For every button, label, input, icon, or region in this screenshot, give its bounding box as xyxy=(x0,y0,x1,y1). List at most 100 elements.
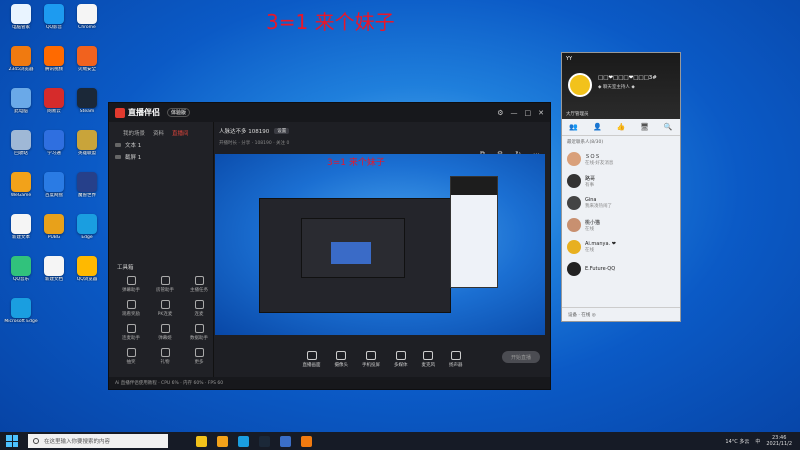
desktop-icon[interactable]: 电脑管家 xyxy=(4,4,38,30)
desktop-icon[interactable]: PUBG xyxy=(37,214,71,240)
tool-button[interactable]: 弹幕姬 xyxy=(148,324,182,341)
taskbar-search-input[interactable]: 在这里输入你要搜索的内容 xyxy=(28,434,168,448)
tool-button[interactable]: 抽奖 xyxy=(114,348,148,365)
desktop-icon[interactable]: 腾讯视频 xyxy=(37,46,71,72)
edition-pill[interactable]: 体验版 xyxy=(167,108,191,117)
desktop-icon[interactable]: Steam xyxy=(70,88,104,114)
desktop-icon-label: QQ影音 xyxy=(45,25,63,30)
tool-button[interactable]: 礼物 xyxy=(148,348,182,365)
bottom-tool-label: 麦克风 xyxy=(421,363,436,368)
weather-label[interactable]: 14°C 多云 xyxy=(725,438,749,445)
tab-room[interactable]: 直播间 xyxy=(172,129,189,137)
desktop-icon[interactable]: QQ音乐 xyxy=(4,256,38,282)
desktop-icon[interactable]: 学习通 xyxy=(37,130,71,156)
member-list-item[interactable]: Ai.manya. ❤ 在线 xyxy=(562,236,680,258)
taskbar-app-icon[interactable] xyxy=(238,435,249,447)
member-list-item[interactable]: Gina 我来凑热闹了 xyxy=(562,192,680,214)
desktop-icon-label: 学习通 xyxy=(47,151,61,156)
tool-button[interactable]: 更多 xyxy=(182,348,216,365)
desktop-icon[interactable]: 魔兽世界 xyxy=(70,172,104,198)
desktop-icon[interactable]: 2345浏览器 xyxy=(4,46,38,72)
chat-tab-icon[interactable]: 🔍 xyxy=(664,123,673,131)
taskbar-app-icon[interactable] xyxy=(301,435,312,447)
desktop-icon[interactable]: 新建文本 xyxy=(4,214,38,240)
desktop-icon[interactable]: QQ影音 xyxy=(37,4,71,30)
bottom-tool-button[interactable]: 直播画面 xyxy=(303,351,321,368)
desktop-icon[interactable]: 新建文档 xyxy=(37,256,71,282)
member-status: 在线·好友消息 xyxy=(585,160,614,166)
stream-preview[interactable]: 3=1 来个妹子 xyxy=(215,154,545,335)
chat-tab-icon[interactable]: 👍 xyxy=(617,123,626,131)
bottom-tool-label: 直播画面 xyxy=(302,363,321,368)
chat-tab-icon[interactable]: 👥 xyxy=(569,123,578,131)
desktop-icon[interactable]: 此电脑 xyxy=(4,88,38,114)
chat-tab-icon[interactable]: 👤 xyxy=(593,123,602,131)
chat-tab-icon[interactable]: 🖥 xyxy=(640,123,649,131)
preview-headline: 3=1 来个妹子 xyxy=(327,158,385,168)
settings-icon[interactable]: ⚙ xyxy=(497,109,503,117)
desktop-icon[interactable]: 百度网盘 xyxy=(37,172,71,198)
app-icon xyxy=(77,214,97,234)
ime-indicator[interactable]: 中 xyxy=(755,438,760,445)
bottom-tool-button[interactable]: 扬声器 xyxy=(449,351,463,368)
bottom-tool-button[interactable]: 摄像头 xyxy=(335,351,348,368)
desktop-icon[interactable]: WeGame xyxy=(4,172,38,198)
member-list-item[interactable]: 桃小猫 在线 xyxy=(562,214,680,236)
tab-scenes[interactable]: 我的场景 xyxy=(123,129,145,137)
bottom-tool-label: 手机投屏 xyxy=(362,363,380,368)
clock[interactable]: 23:46 2021/11/2 xyxy=(766,435,792,447)
tool-button[interactable]: 观看奖励 xyxy=(114,300,148,317)
eye-icon[interactable] xyxy=(115,143,121,147)
member-list-item[interactable]: E.Future·QQ xyxy=(562,258,680,280)
taskbar-app-icon[interactable] xyxy=(280,435,291,447)
app-icon xyxy=(44,88,64,108)
chat-footer: 设备 · 在线 ◎ xyxy=(562,307,680,321)
tool-button[interactable]: 弹幕助手 xyxy=(114,276,148,293)
desktop-icon[interactable]: 英雄联盟 xyxy=(70,130,104,156)
tab-material[interactable]: 资料 xyxy=(153,129,164,137)
tool-button[interactable]: 连麦 xyxy=(182,300,216,317)
windows-start-icon[interactable] xyxy=(6,435,18,447)
scene-item[interactable]: 截屏 1 xyxy=(109,149,213,161)
maximize-icon[interactable]: □ xyxy=(525,109,532,117)
bottom-tool-button[interactable]: 多媒体 xyxy=(394,351,408,368)
desktop-icon[interactable]: QQ浏览器 xyxy=(70,256,104,282)
member-avatar xyxy=(567,218,581,232)
toolbox-grid: 弹幕助手 房管助手 主播任务观看奖励 PK连麦 连麦连麦助手 弹幕姬 数据助手抽奖 礼物 更多 xyxy=(114,276,216,365)
desktop-icon[interactable]: Edge xyxy=(70,214,104,240)
taskbar-app-icon[interactable] xyxy=(259,435,270,447)
app-icon xyxy=(11,88,31,108)
desktop-icon[interactable]: Chrome xyxy=(70,4,104,30)
tool-button[interactable]: PK连麦 xyxy=(148,300,182,317)
member-list-item[interactable]: ＳＯＳ 在线·好友消息 xyxy=(562,148,680,170)
start-live-button[interactable]: 开始直播 xyxy=(502,351,540,363)
toolbox-title: 工具箱 xyxy=(117,265,134,271)
eye-icon[interactable] xyxy=(115,155,121,159)
tool-label: 抽奖 xyxy=(126,360,136,365)
minimize-icon[interactable]: — xyxy=(511,109,518,117)
hall-label: 大厅管理员 xyxy=(566,112,589,117)
member-list-item[interactable]: 路哥 有事 xyxy=(562,170,680,192)
tool-button[interactable]: 连麦助手 xyxy=(114,324,148,341)
member-name: 路哥 xyxy=(585,175,596,182)
tool-button[interactable]: 数据助手 xyxy=(182,324,216,341)
desktop-icon[interactable]: 网易云 xyxy=(37,88,71,114)
app-title-bar: 直播伴侣 体验版 ⚙ — □ ✕ xyxy=(109,103,550,122)
desktop-icon[interactable]: 回收站 xyxy=(4,130,38,156)
tool-button[interactable]: 主播任务 xyxy=(182,276,216,293)
bottom-tool-button[interactable]: 麦克风 xyxy=(421,351,436,368)
room-settings-badge[interactable]: 设置 xyxy=(274,128,290,134)
taskbar-app-icon[interactable] xyxy=(217,435,228,447)
close-icon[interactable]: ✕ xyxy=(538,109,544,117)
taskbar-app-icon[interactable] xyxy=(196,435,207,447)
desktop-icon-label: 百度网盘 xyxy=(45,193,63,198)
bottom-tool-icon xyxy=(366,351,376,360)
user-avatar[interactable] xyxy=(568,73,592,97)
desktop-icon[interactable]: Microsoft Edge xyxy=(4,298,38,324)
tool-button[interactable]: 房管助手 xyxy=(148,276,182,293)
system-tray: 14°C 多云 中 23:46 2021/11/2 xyxy=(725,435,800,447)
scene-item[interactable]: 文本 1 xyxy=(109,137,213,149)
bottom-tool-icon xyxy=(423,351,434,360)
bottom-tool-button[interactable]: 手机投屏 xyxy=(362,351,380,368)
desktop-icon[interactable]: 火绒安全 xyxy=(70,46,104,72)
